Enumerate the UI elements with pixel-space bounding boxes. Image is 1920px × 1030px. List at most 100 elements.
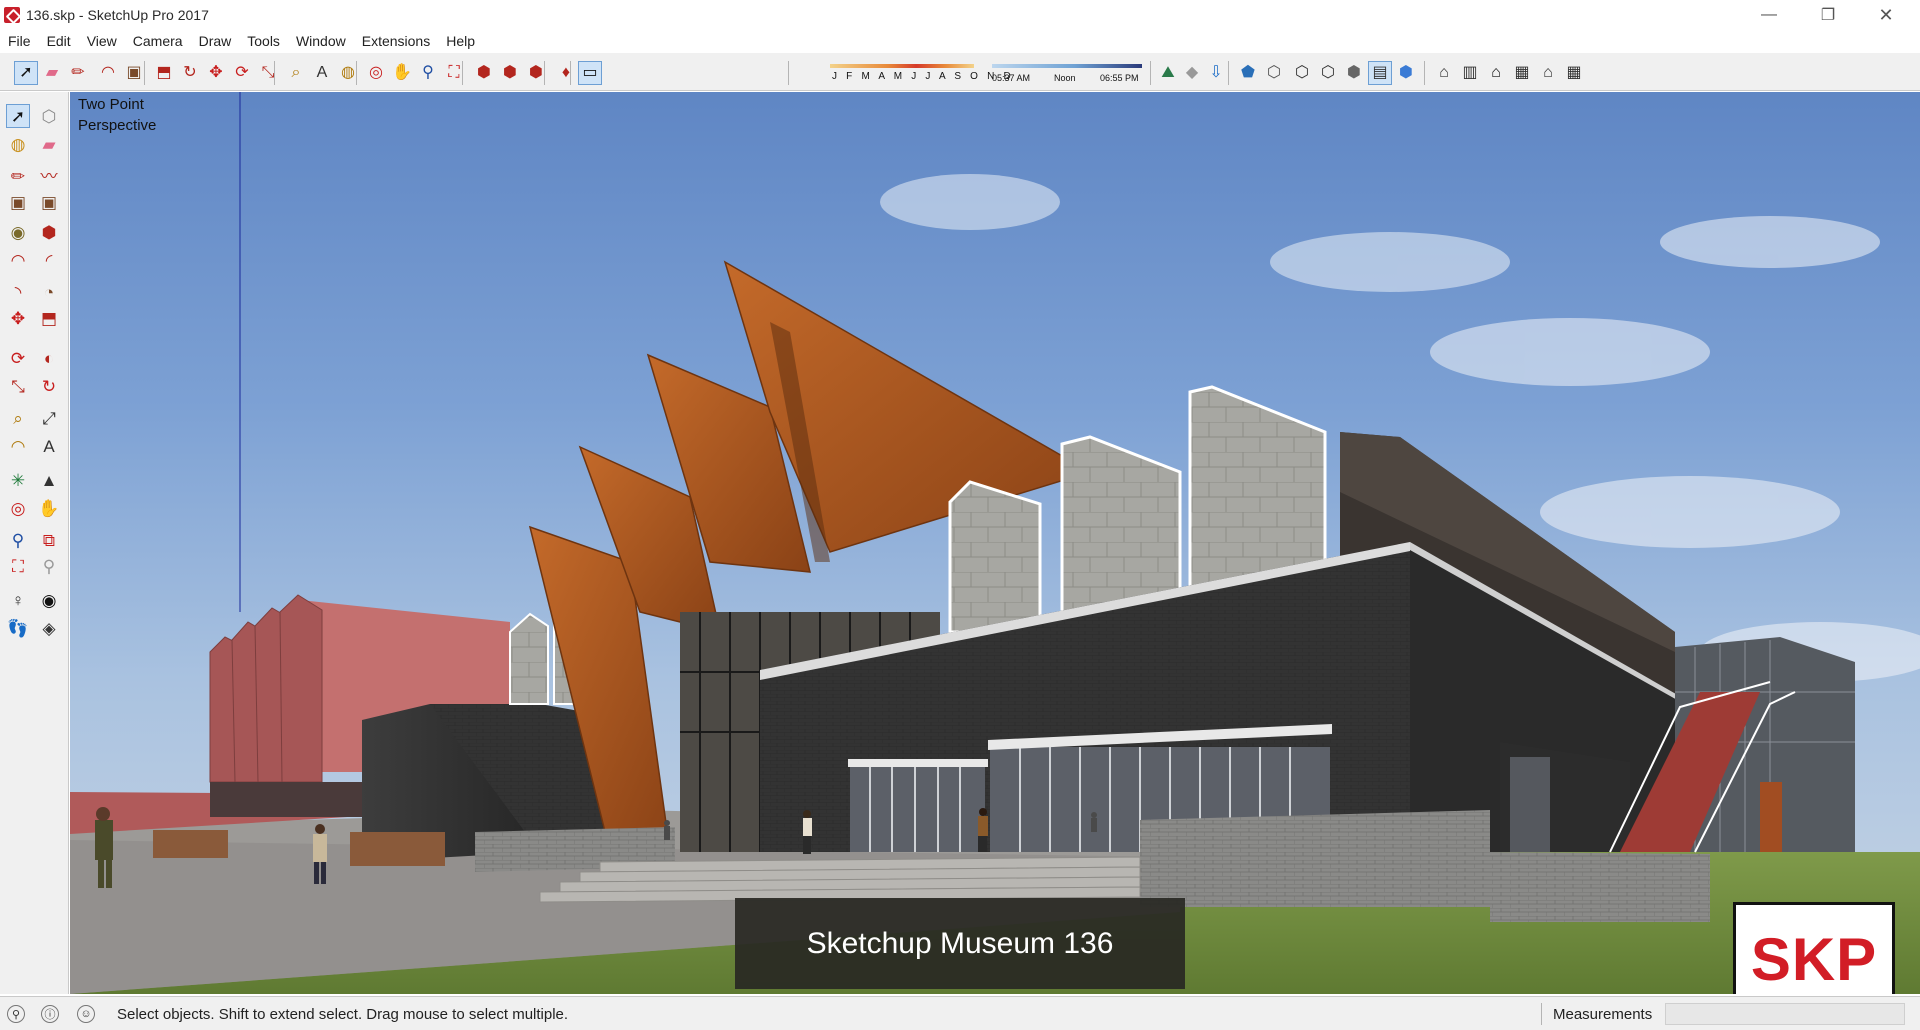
ruby-console-icon[interactable]: ♦ bbox=[554, 61, 578, 85]
museum-model-render bbox=[70, 92, 1920, 994]
menu-draw[interactable]: Draw bbox=[191, 30, 240, 52]
rotate-icon[interactable]: ⟳ bbox=[6, 346, 30, 370]
orbit-tool-icon[interactable]: ◎ bbox=[364, 61, 388, 85]
protractor-icon[interactable]: ◠ bbox=[6, 434, 30, 458]
top-view-icon[interactable]: ▥ bbox=[1458, 61, 1482, 85]
zoom-window-icon[interactable]: ⧉ bbox=[37, 528, 61, 552]
rotate-tool-icon[interactable]: ⟳ bbox=[230, 61, 254, 85]
front-view-icon[interactable]: ⌂ bbox=[1484, 61, 1508, 85]
dimension-icon[interactable]: ⤢ bbox=[37, 406, 61, 430]
arc-tool-icon[interactable]: ◠ bbox=[96, 61, 120, 85]
menu-camera[interactable]: Camera bbox=[125, 30, 191, 52]
eraser-icon[interactable]: ▰ bbox=[37, 132, 61, 156]
window-title: 136.skp - SketchUp Pro 2017 bbox=[26, 7, 209, 23]
back-edges-style-icon[interactable]: ⬡ bbox=[1262, 61, 1286, 85]
get-photo-texture-icon[interactable]: ⇩ bbox=[1204, 61, 1228, 85]
follow-me-icon[interactable]: ◐ bbox=[37, 346, 61, 370]
eraser-tool-icon[interactable]: ▰ bbox=[40, 61, 64, 85]
line-tool-icon[interactable]: ✏ bbox=[66, 61, 90, 85]
xray-style-icon[interactable]: ⬟ bbox=[1236, 61, 1260, 85]
section-plane-icon[interactable]: ◈ bbox=[37, 616, 61, 640]
3d-warehouse-icon[interactable]: ⬢ bbox=[472, 61, 496, 85]
look-around-icon[interactable]: ◉ bbox=[37, 588, 61, 612]
minimize-button[interactable]: — bbox=[1740, 0, 1798, 30]
pan-icon[interactable]: ✋ bbox=[37, 496, 61, 520]
pie-icon[interactable]: ◔ bbox=[37, 280, 61, 304]
polygon-icon[interactable]: ⬢ bbox=[37, 220, 61, 244]
offset-tool-icon[interactable]: ↻ bbox=[178, 61, 202, 85]
toggle-terrain-icon[interactable]: ◆ bbox=[1180, 61, 1204, 85]
push-pull-icon[interactable]: ⬒ bbox=[37, 306, 61, 330]
shadow-time-slider[interactable] bbox=[992, 64, 1142, 68]
zoom-extents-icon[interactable]: ⛶ bbox=[6, 554, 30, 578]
credits-icon[interactable]: ⓘ bbox=[41, 1005, 59, 1023]
scale-tool-icon[interactable]: ⤡ bbox=[256, 61, 280, 85]
offset-icon[interactable]: ↻ bbox=[37, 374, 61, 398]
pan-tool-icon[interactable]: ✋ bbox=[390, 61, 414, 85]
menu-window[interactable]: Window bbox=[288, 30, 354, 52]
previous-view-icon[interactable]: ⚲ bbox=[37, 554, 61, 578]
shadow-date-slider[interactable] bbox=[830, 64, 974, 68]
3d-text-icon[interactable]: ▲ bbox=[37, 468, 61, 492]
wireframe-style-icon[interactable]: ⬡ bbox=[1290, 61, 1314, 85]
toolbar-separator bbox=[356, 61, 357, 85]
arc-icon[interactable]: ◠ bbox=[6, 248, 30, 272]
position-camera-icon[interactable]: ♀ bbox=[6, 588, 30, 612]
monochrome-style-icon[interactable]: ⬢ bbox=[1394, 61, 1418, 85]
toolbar-separator bbox=[1150, 61, 1151, 85]
shadow-time-end: 06:55 PM bbox=[1100, 73, 1139, 83]
two-point-arc-icon[interactable]: ◜ bbox=[37, 248, 61, 272]
axes-icon[interactable]: ✳ bbox=[6, 468, 30, 492]
back-view-icon[interactable]: ⌂ bbox=[1536, 61, 1560, 85]
share-model-icon[interactable]: ⬢ bbox=[498, 61, 522, 85]
tape-measure-tool-icon[interactable]: ⌕ bbox=[284, 61, 308, 85]
toolbar-separator bbox=[274, 61, 275, 85]
zoom-tool-icon[interactable]: ⚲ bbox=[416, 61, 440, 85]
make-component-icon[interactable]: ⬡ bbox=[37, 104, 61, 128]
menu-file[interactable]: File bbox=[0, 30, 39, 52]
model-viewport[interactable]: Two Point Perspective Sketchup Museum 13… bbox=[70, 92, 1920, 994]
rotated-rectangle-icon[interactable]: ▣ bbox=[37, 190, 61, 214]
toolbar-separator bbox=[462, 61, 463, 85]
circle-icon[interactable]: ◉ bbox=[6, 220, 30, 244]
menu-edit[interactable]: Edit bbox=[39, 30, 79, 52]
left-view-icon[interactable]: ▦ bbox=[1562, 61, 1586, 85]
zoom-icon[interactable]: ⚲ bbox=[6, 528, 30, 552]
scale-icon[interactable]: ⤡ bbox=[6, 374, 30, 398]
shadows-toggle-icon[interactable]: ▭ bbox=[578, 61, 602, 85]
push-pull-tool-icon[interactable]: ⬒ bbox=[152, 61, 176, 85]
freehand-icon[interactable]: 〰 bbox=[37, 164, 61, 188]
select-tool-icon[interactable]: ➚ bbox=[14, 61, 38, 85]
caption-banner: Sketchup Museum 136 bbox=[735, 898, 1185, 989]
close-button[interactable]: ✕ bbox=[1857, 0, 1915, 30]
move-tool-icon[interactable]: ✥ bbox=[204, 61, 228, 85]
line-icon[interactable]: ✏ bbox=[6, 164, 30, 188]
right-view-icon[interactable]: ▦ bbox=[1510, 61, 1534, 85]
text-tool-icon[interactable]: A bbox=[310, 61, 334, 85]
rectangle-tool-icon[interactable]: ▣ bbox=[122, 61, 146, 85]
maximize-button[interactable]: ❐ bbox=[1799, 0, 1857, 30]
walk-icon[interactable]: 👣 bbox=[6, 616, 30, 640]
three-point-arc-icon[interactable]: ◝ bbox=[6, 280, 30, 304]
shaded-style-icon[interactable]: ⬢ bbox=[1342, 61, 1366, 85]
tape-measure-icon[interactable]: ⌕ bbox=[6, 406, 30, 430]
measurements-input[interactable] bbox=[1665, 1003, 1905, 1025]
hidden-line-style-icon[interactable]: ⬡ bbox=[1316, 61, 1340, 85]
add-location-icon[interactable]: ⛰ bbox=[1156, 61, 1180, 85]
select-tool-icon[interactable]: ➚ bbox=[6, 104, 30, 128]
rectangle-icon[interactable]: ▣ bbox=[6, 190, 30, 214]
user-icon[interactable]: ☺ bbox=[77, 1005, 95, 1023]
geo-location-icon[interactable]: ⚲ bbox=[7, 1005, 25, 1023]
text-icon[interactable]: A bbox=[37, 434, 61, 458]
paint-bucket-icon[interactable]: ◍ bbox=[6, 132, 30, 156]
menu-view[interactable]: View bbox=[79, 30, 125, 52]
move-icon[interactable]: ✥ bbox=[6, 306, 30, 330]
menu-tools[interactable]: Tools bbox=[239, 30, 288, 52]
shaded-textures-style-icon[interactable]: ▤ bbox=[1368, 61, 1392, 85]
title-bar: 136.skp - SketchUp Pro 2017 — ❐ ✕ bbox=[0, 0, 1920, 30]
menu-extensions[interactable]: Extensions bbox=[354, 30, 438, 52]
menu-help[interactable]: Help bbox=[438, 30, 483, 52]
iso-view-icon[interactable]: ⌂ bbox=[1432, 61, 1456, 85]
orbit-icon[interactable]: ◎ bbox=[6, 496, 30, 520]
status-bar: ⚲ ⓘ ☺ Select objects. Shift to extend se… bbox=[0, 996, 1920, 1030]
